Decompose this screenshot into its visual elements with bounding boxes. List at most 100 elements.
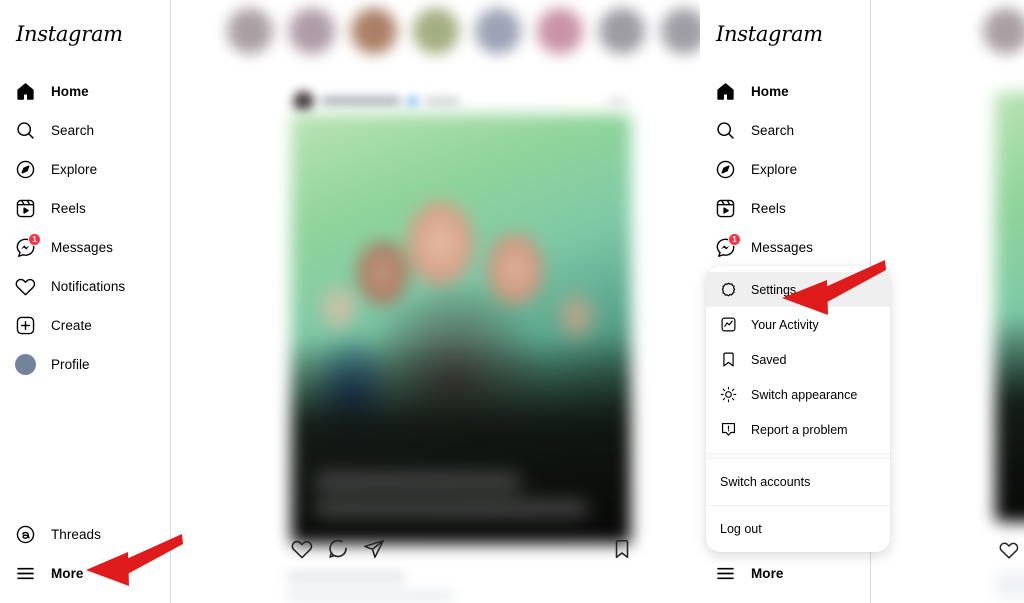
hamburger-icon bbox=[14, 562, 37, 585]
avatar bbox=[14, 353, 37, 376]
messages-unread-badge: 1 bbox=[28, 233, 41, 246]
secondary-feed-edge bbox=[871, 0, 1024, 603]
sidebar-item-label: Search bbox=[751, 123, 795, 138]
story-avatar[interactable] bbox=[289, 8, 335, 54]
feed-column bbox=[171, 0, 700, 603]
story-avatar[interactable] bbox=[351, 8, 397, 54]
gear-icon bbox=[720, 281, 737, 298]
comment-icon[interactable] bbox=[327, 538, 349, 560]
story-avatar[interactable] bbox=[661, 8, 700, 54]
verified-badge-icon bbox=[408, 96, 417, 106]
sidebar-item-label: Search bbox=[51, 123, 95, 138]
sidebar-item-explore[interactable]: Explore bbox=[0, 150, 170, 189]
post-footer-meta bbox=[287, 572, 627, 600]
stories-tray-partial[interactable] bbox=[983, 8, 1024, 54]
more-options-menu: Settings Your Activity Saved Switch appe… bbox=[706, 266, 890, 552]
menu-item-saved[interactable]: Saved bbox=[706, 342, 890, 377]
sidebar-item-more[interactable]: More bbox=[0, 554, 170, 593]
post-image-caption-overlay bbox=[315, 474, 615, 528]
home-icon bbox=[714, 80, 737, 103]
messenger-icon: 1 bbox=[714, 233, 741, 259]
story-avatar[interactable] bbox=[413, 8, 459, 54]
stories-tray[interactable] bbox=[227, 8, 700, 54]
menu-item-label: Saved bbox=[751, 352, 787, 367]
compass-icon bbox=[714, 158, 737, 181]
sidebar-item-reels-secondary[interactable]: Reels bbox=[700, 189, 870, 228]
menu-item-your-activity[interactable]: Your Activity bbox=[706, 307, 890, 342]
sidebar-item-create[interactable]: Create bbox=[0, 306, 170, 345]
sidebar-item-label: More bbox=[751, 566, 784, 581]
menu-item-switch-accounts[interactable]: Switch accounts bbox=[706, 459, 890, 505]
share-icon[interactable] bbox=[363, 538, 385, 560]
instagram-web-screenshot: Instagram Home Search Explore Reels 1 Me… bbox=[0, 0, 1024, 603]
heart-icon[interactable] bbox=[999, 540, 1019, 565]
plus-square-icon bbox=[14, 314, 37, 337]
menu-item-switch-appearance[interactable]: Switch appearance bbox=[706, 377, 890, 412]
search-icon bbox=[14, 119, 37, 142]
sidebar-item-label: Profile bbox=[51, 357, 90, 372]
post-header bbox=[287, 88, 637, 114]
post-image-partial[interactable] bbox=[995, 92, 1024, 522]
menu-item-settings[interactable]: Settings bbox=[706, 272, 890, 307]
post-action-bar bbox=[291, 538, 633, 560]
hamburger-icon bbox=[714, 562, 737, 585]
sidebar-item-explore-secondary[interactable]: Explore bbox=[700, 150, 870, 189]
menu-item-label: Your Activity bbox=[751, 317, 819, 332]
sidebar-item-threads[interactable]: Threads bbox=[0, 515, 170, 554]
sidebar-item-label: Reels bbox=[751, 201, 786, 216]
menu-item-report-a-problem[interactable]: Report a problem bbox=[706, 412, 890, 447]
sidebar-item-label: More bbox=[51, 566, 84, 581]
home-icon bbox=[14, 80, 37, 103]
compass-icon bbox=[14, 158, 37, 181]
story-avatar[interactable] bbox=[227, 8, 273, 54]
sidebar-item-label: Explore bbox=[751, 162, 798, 177]
sidebar-item-profile[interactable]: Profile bbox=[0, 345, 170, 384]
menu-item-label: Switch accounts bbox=[720, 475, 811, 489]
sidebar-item-home-secondary[interactable]: Home bbox=[700, 72, 870, 111]
reels-icon bbox=[714, 197, 737, 220]
post-author-name[interactable] bbox=[322, 97, 400, 105]
sidebar-item-messages[interactable]: 1 Messages bbox=[0, 228, 170, 267]
sidebar-item-label: Home bbox=[751, 84, 789, 99]
bookmark-icon[interactable] bbox=[611, 538, 633, 560]
heart-icon[interactable] bbox=[291, 538, 313, 560]
sidebar-item-label: Messages bbox=[751, 240, 813, 255]
sidebar-item-label: Messages bbox=[51, 240, 113, 255]
story-avatar[interactable] bbox=[537, 8, 583, 54]
sidebar-item-label: Create bbox=[51, 318, 92, 333]
reels-icon bbox=[14, 197, 37, 220]
sidebar-item-search-secondary[interactable]: Search bbox=[700, 111, 870, 150]
sidebar-item-messages-secondary[interactable]: 1 Messages bbox=[700, 228, 870, 267]
sidebar-item-notifications[interactable]: Notifications bbox=[0, 267, 170, 306]
bookmark-icon bbox=[720, 351, 737, 368]
secondary-nav-list-secondary: More bbox=[700, 554, 870, 593]
menu-item-log-out[interactable]: Log out bbox=[706, 506, 890, 552]
sidebar-item-more-secondary[interactable]: More bbox=[700, 554, 870, 593]
story-avatar[interactable] bbox=[475, 8, 521, 54]
sidebar-item-search[interactable]: Search bbox=[0, 111, 170, 150]
sidebar-item-label: Notifications bbox=[51, 279, 126, 294]
sidebar-item-label: Home bbox=[51, 84, 89, 99]
left-navigation-sidebar: Instagram Home Search Explore Reels 1 Me… bbox=[0, 0, 171, 603]
sidebar-item-reels[interactable]: Reels bbox=[0, 189, 170, 228]
instagram-logo[interactable]: Instagram bbox=[0, 0, 170, 46]
post-author-avatar[interactable] bbox=[293, 90, 314, 112]
threads-icon bbox=[14, 523, 37, 546]
messages-unread-badge: 1 bbox=[728, 233, 741, 246]
menu-item-label: Log out bbox=[720, 522, 762, 536]
instagram-logo[interactable]: Instagram bbox=[700, 0, 870, 46]
sun-icon bbox=[720, 386, 737, 403]
activity-icon bbox=[720, 316, 737, 333]
post-footer-meta-partial bbox=[995, 572, 1024, 598]
sidebar-item-label: Reels bbox=[51, 201, 86, 216]
story-avatar[interactable] bbox=[983, 8, 1024, 54]
sidebar-item-home[interactable]: Home bbox=[0, 72, 170, 111]
report-icon bbox=[720, 421, 737, 438]
primary-nav-list: Home Search Explore Reels 1 Messages Not… bbox=[0, 72, 170, 384]
post-more-options-icon[interactable] bbox=[609, 98, 627, 104]
sidebar-item-label: Threads bbox=[51, 527, 101, 542]
story-avatar[interactable] bbox=[599, 8, 645, 54]
menu-item-label: Settings bbox=[751, 282, 797, 297]
post-image[interactable] bbox=[291, 114, 631, 544]
sidebar-item-label: Explore bbox=[51, 162, 98, 177]
